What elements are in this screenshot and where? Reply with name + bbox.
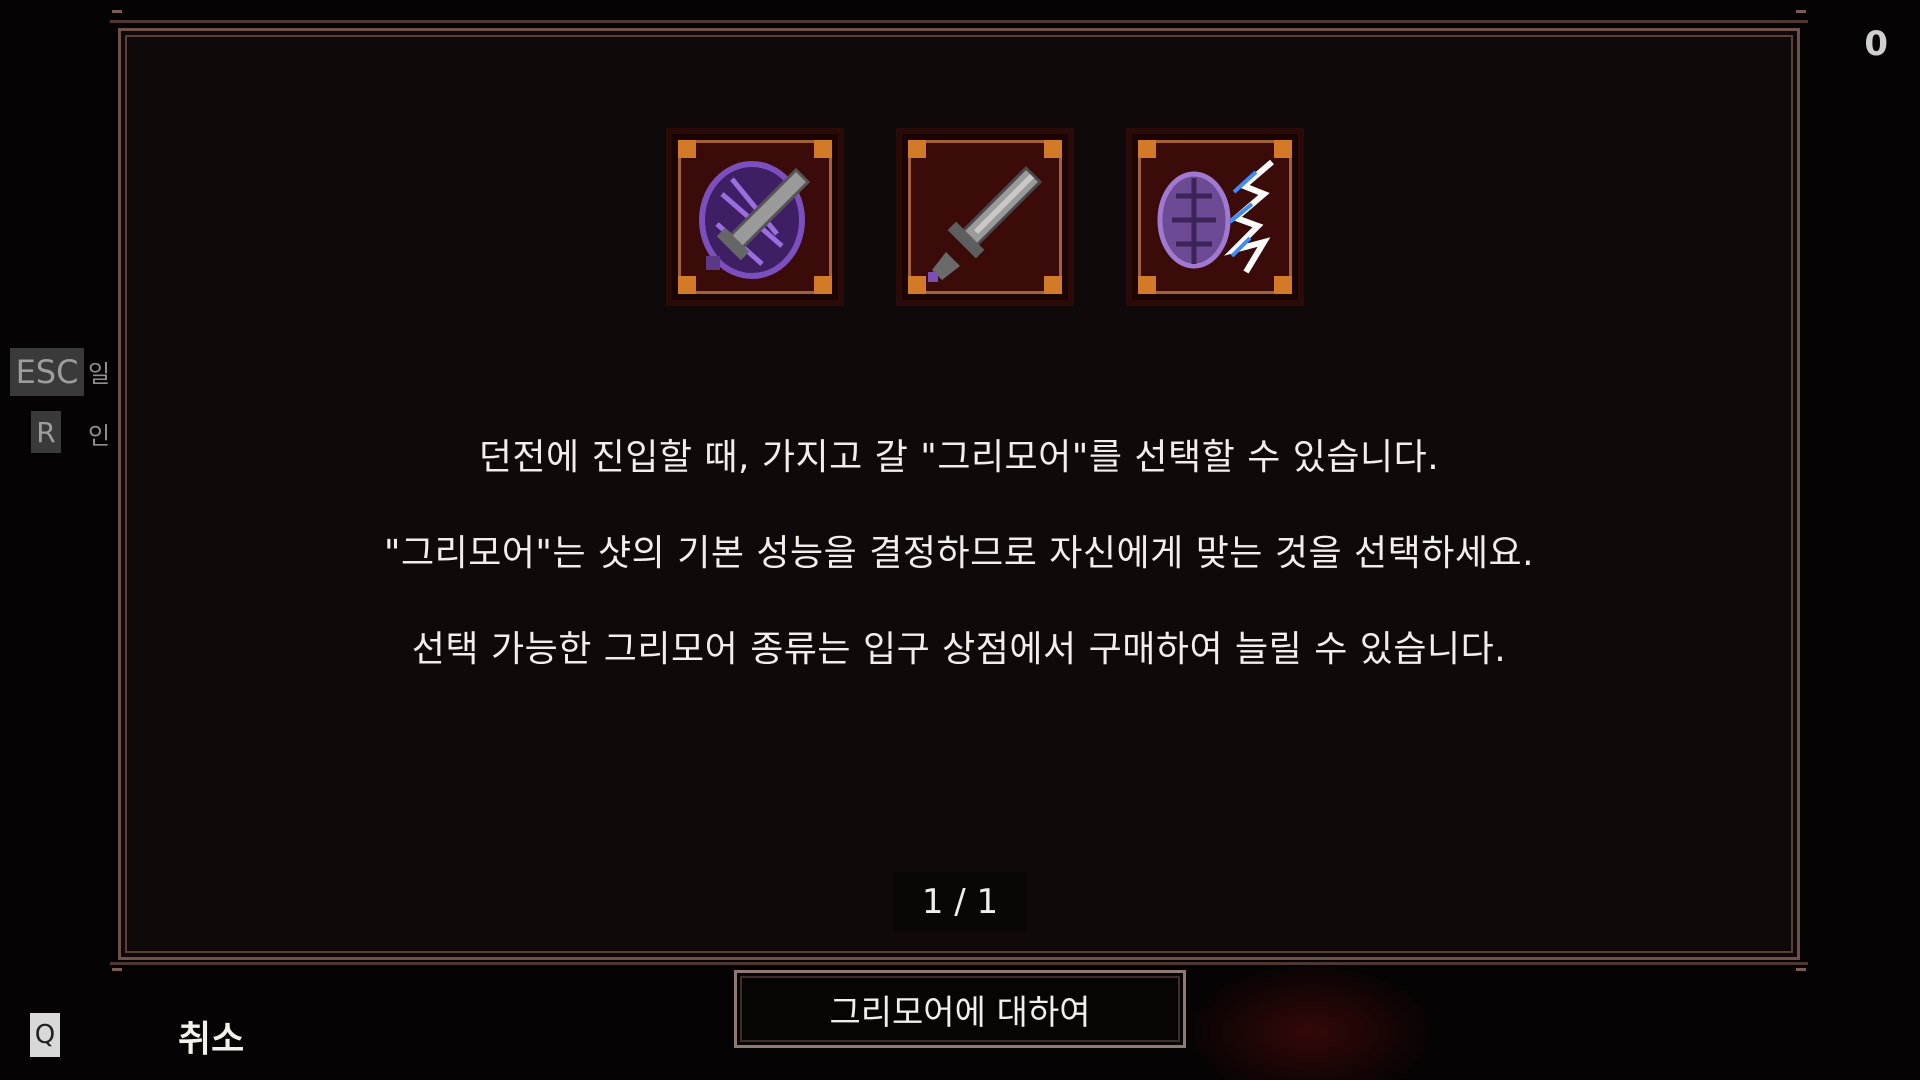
corner-tick: [112, 968, 122, 971]
cancel-label[interactable]: 취소: [178, 1010, 244, 1062]
about-grimoire-button[interactable]: 그리모어에 대하여: [734, 970, 1186, 1048]
dark-shield-sword-grimoire-icon[interactable]: [666, 128, 844, 306]
panel-top-edge: [110, 20, 1808, 23]
lightning-shield-grimoire-icon[interactable]: [1126, 128, 1304, 306]
grimoire-icon-row: [666, 128, 1306, 308]
r-key-hint[interactable]: R: [31, 411, 61, 453]
description-line-3: 선택 가능한 그리모어 종류는 입구 상점에서 구매하여 늘릴 수 있습니다.: [411, 629, 1507, 670]
game-screen: 0 ESC 일 R 인 던전에 진입할 때, 가지고 갈 "그리모어"를 선택할…: [0, 0, 1920, 1080]
score-counter: 0: [1864, 24, 1888, 64]
corner-tick: [112, 10, 122, 13]
r-key-label: 인: [88, 422, 111, 450]
panel-bottom-edge: [110, 962, 1808, 965]
sword-grimoire-icon[interactable]: [896, 128, 1074, 306]
background-blood-decoration: [1180, 960, 1440, 1080]
esc-key-hint[interactable]: ESC: [10, 348, 84, 396]
corner-tick: [1796, 10, 1806, 13]
esc-key-label: 일: [88, 360, 111, 388]
description-line-1: 던전에 진입할 때, 가지고 갈 "그리모어"를 선택할 수 있습니다.: [478, 437, 1440, 478]
page-indicator: 1 / 1: [894, 872, 1026, 932]
description-line-2: "그리모어"는 샷의 기본 성능을 결정하므로 자신에게 맞는 것을 선택하세요…: [383, 533, 1535, 574]
q-key-hint[interactable]: Q: [30, 1013, 60, 1057]
corner-tick: [1796, 968, 1806, 971]
